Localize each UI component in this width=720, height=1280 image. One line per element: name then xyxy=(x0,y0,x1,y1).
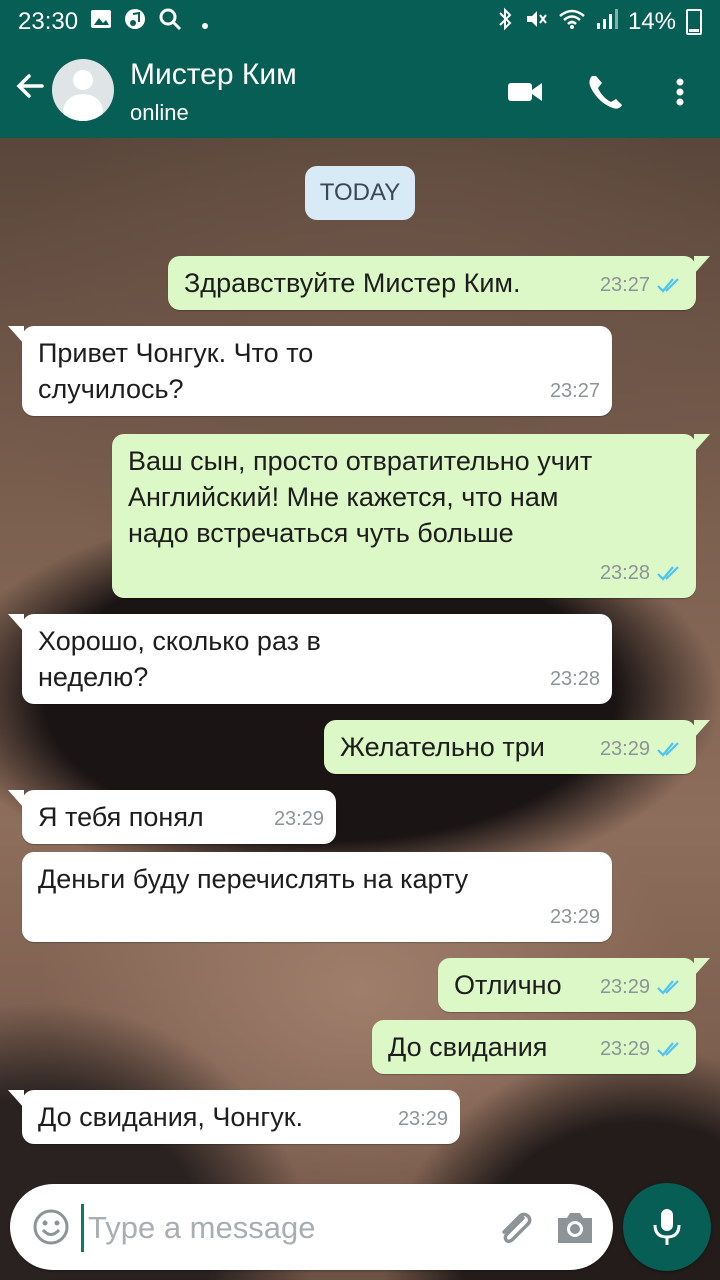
emoji-icon xyxy=(33,1209,69,1245)
message-bubble-outgoing[interactable]: Ваш сын, просто отвратительно учит Англи… xyxy=(112,434,710,598)
double-check-icon xyxy=(657,278,679,293)
message-time: 23:29 xyxy=(273,808,324,830)
chat-header: Мистер Ким online xyxy=(0,44,720,138)
message-text: Деньги буду перечислять на карту xyxy=(38,864,469,894)
message-text: Отлично xyxy=(454,970,562,1000)
compose-bar xyxy=(10,1184,613,1270)
battery-level: 14% xyxy=(627,8,676,35)
text-cursor xyxy=(81,1204,84,1252)
back-button[interactable] xyxy=(12,68,52,112)
message-bubble-incoming[interactable]: До свидания, Чонгук. 23:29 xyxy=(8,1090,460,1144)
microphone-icon xyxy=(653,1209,681,1245)
message-text: Желательно три xyxy=(340,732,545,762)
message-time: 23:28 xyxy=(549,668,600,690)
message-text: Привет Чонгук. Что то случилось? xyxy=(38,338,314,404)
date-divider: TODAY xyxy=(305,166,415,220)
music-icon xyxy=(124,8,146,36)
kebab-menu-icon xyxy=(676,78,684,106)
mute-icon xyxy=(524,7,548,38)
contact-name[interactable]: Мистер Ким xyxy=(130,58,297,92)
message-time: 23:27 xyxy=(549,380,600,402)
contact-status: online xyxy=(130,100,189,125)
voice-record-button[interactable] xyxy=(623,1183,711,1271)
voice-call-button[interactable] xyxy=(584,70,628,114)
message-text: Здравствуйте Мистер Ким. xyxy=(184,268,521,298)
message-time: 23:29 xyxy=(599,976,650,998)
wifi-icon xyxy=(558,8,586,37)
message-text: Я тебя понял xyxy=(38,802,204,832)
camera-icon xyxy=(558,1213,592,1243)
message-time: 23:27 xyxy=(599,274,650,296)
arrow-left-icon xyxy=(16,74,44,98)
message-bubble-incoming[interactable]: Я тебя понял 23:29 xyxy=(8,790,336,844)
message-bubble-outgoing[interactable]: Желательно три 23:29 xyxy=(324,720,710,774)
double-check-icon xyxy=(657,566,679,581)
signal-icon xyxy=(596,8,618,37)
video-call-button[interactable] xyxy=(506,70,550,114)
message-input[interactable] xyxy=(86,1202,470,1254)
message-bubble-outgoing[interactable]: Здравствуйте Мистер Ким. 23:27 xyxy=(168,256,710,310)
message-text: До свидания xyxy=(388,1032,548,1062)
double-check-icon xyxy=(657,1042,679,1057)
message-text: Ваш сын, просто отвратительно учит Англи… xyxy=(128,446,593,548)
status-time: 23:30 xyxy=(18,8,79,35)
battery-icon xyxy=(686,9,702,35)
avatar[interactable] xyxy=(52,59,114,121)
phone-icon xyxy=(589,76,622,109)
emoji-button[interactable] xyxy=(32,1208,70,1246)
double-check-icon xyxy=(657,980,679,995)
message-text: Хорошо, сколько раз в неделю? xyxy=(38,626,321,692)
message-time: 23:29 xyxy=(599,738,650,760)
message-bubble-outgoing[interactable]: Отлично 23:29 xyxy=(438,958,710,1012)
dot-icon xyxy=(202,9,209,35)
image-icon xyxy=(90,9,112,35)
message-bubble-outgoing[interactable]: До свидания 23:29 xyxy=(372,1020,696,1074)
bluetooth-icon xyxy=(496,7,514,38)
video-camera-icon xyxy=(508,83,542,101)
status-bar: 23:30 14% xyxy=(0,0,720,44)
message-bubble-incoming[interactable]: Привет Чонгук. Что то случилось? 23:27 xyxy=(8,326,612,416)
search-icon xyxy=(158,7,182,37)
message-time: 23:28 xyxy=(599,562,650,584)
more-options-button[interactable] xyxy=(662,70,706,114)
message-bubble-incoming[interactable]: Хорошо, сколько раз в неделю? 23:28 xyxy=(8,614,612,704)
message-bubble-incoming[interactable]: Деньги буду перечислять на карту 23:29 xyxy=(22,852,612,942)
message-time: 23:29 xyxy=(599,1038,650,1060)
double-check-icon xyxy=(657,742,679,757)
message-time: 23:29 xyxy=(397,1108,448,1130)
attach-button[interactable] xyxy=(493,1206,537,1250)
paperclip-icon xyxy=(502,1212,532,1244)
camera-button[interactable] xyxy=(555,1208,595,1248)
message-time: 23:29 xyxy=(549,906,600,928)
message-text: До свидания, Чонгук. xyxy=(38,1102,304,1132)
